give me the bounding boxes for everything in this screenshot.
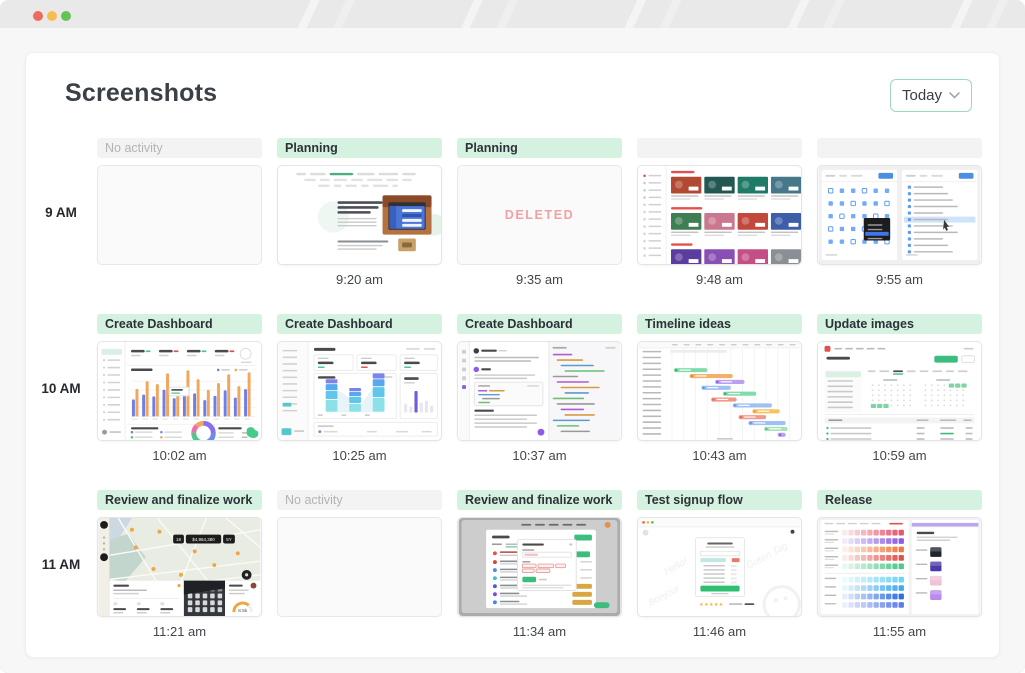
screenshot-thumbnail[interactable] xyxy=(277,341,442,441)
thumb-art-dashfunnel xyxy=(278,342,441,440)
screenshot-time: 9:35 am xyxy=(457,272,622,287)
screenshots-panel: Screenshots Today 9 AMNo activityPlannin… xyxy=(25,52,1000,658)
hour-label: 10 AM xyxy=(32,381,90,396)
screenshot-time: 11:55 am xyxy=(817,624,982,639)
window-titlebar xyxy=(0,0,1025,28)
hour-label: 11 AM xyxy=(32,557,90,572)
screenshot-time: 11:46 am xyxy=(637,624,802,639)
screenshot-time: 10:37 am xyxy=(457,448,622,463)
screenshot-thumbnail[interactable] xyxy=(817,517,982,617)
activity-label: Timeline ideas xyxy=(637,314,802,334)
activity-label: Review and finalize work xyxy=(97,490,262,510)
svg-text:5Y: 5Y xyxy=(226,537,231,542)
window-minimize-button[interactable] xyxy=(47,11,57,21)
app-window: Screenshots Today 9 AMNo activityPlannin… xyxy=(0,0,1025,673)
screenshot-thumbnail[interactable]: 18 $4,954,380 5Y 8.5k xyxy=(97,517,262,617)
screenshot-time: 11:34 am xyxy=(457,624,622,639)
screenshot-time: 10:02 am xyxy=(97,448,262,463)
screenshot-time: 9:55 am xyxy=(817,272,982,287)
svg-text:18: 18 xyxy=(176,537,181,542)
thumb-art-designtool xyxy=(818,166,981,264)
screenshot-thumbnail[interactable] xyxy=(277,165,442,265)
activity-label: No activity xyxy=(97,138,262,158)
screenshot-thumbnail[interactable] xyxy=(637,165,802,265)
activity-label: Planning xyxy=(277,138,442,158)
activity-label: Review and finalize work xyxy=(457,490,622,510)
screenshot-time: 10:59 am xyxy=(817,448,982,463)
activity-label: Test signup flow xyxy=(637,490,802,510)
screenshot-thumbnail[interactable] xyxy=(457,341,622,441)
activity-label xyxy=(817,138,982,158)
screenshots-grid: 9 AM No activity Planning 9:20 am Planning DE… xyxy=(26,53,999,657)
activity-label: Release xyxy=(817,490,982,510)
thumb-art-gantt xyxy=(638,342,801,440)
screenshot-thumbnail[interactable] xyxy=(457,517,622,617)
activity-label xyxy=(637,138,802,158)
screenshot-thumbnail[interactable] xyxy=(97,165,262,265)
titlebar-decoration xyxy=(260,0,1025,28)
thumb-art-signup: Hello!BonjourGuten Tag★★★★★ xyxy=(638,518,801,616)
svg-text:Bonjour: Bonjour xyxy=(647,583,683,609)
screenshot-time: 10:25 am xyxy=(277,448,442,463)
thumb-art-settings xyxy=(458,518,621,616)
thumb-art-map: 18 $4,954,380 5Y 8.5k xyxy=(98,518,261,616)
thumb-art-blog xyxy=(278,166,441,264)
activity-label: Create Dashboard xyxy=(457,314,622,334)
thumb-art-empty xyxy=(98,166,261,264)
screenshot-thumbnail[interactable]: DELETED xyxy=(457,165,622,265)
window-close-button[interactable] xyxy=(33,11,43,21)
screenshot-time: 9:20 am xyxy=(277,272,442,287)
screenshot-thumbnail[interactable] xyxy=(817,341,982,441)
activity-label: Planning xyxy=(457,138,622,158)
screenshot-thumbnail[interactable] xyxy=(97,341,262,441)
svg-text:$4,954,380: $4,954,380 xyxy=(192,537,215,542)
thumb-art-empty xyxy=(278,518,441,616)
screenshot-thumbnail[interactable] xyxy=(637,341,802,441)
deleted-overlay-text: DELETED xyxy=(458,166,621,264)
screenshot-thumbnail[interactable] xyxy=(277,517,442,617)
svg-text:Guten Tag: Guten Tag xyxy=(745,540,791,571)
screenshot-thumbnail[interactable] xyxy=(817,165,982,265)
svg-text:★: ★ xyxy=(719,602,724,608)
screenshot-thumbnail[interactable]: Hello!BonjourGuten Tag★★★★★ xyxy=(637,517,802,617)
thumb-art-dashbars xyxy=(98,342,261,440)
screenshot-time: 9:48 am xyxy=(637,272,802,287)
thumb-art-palette xyxy=(818,518,981,616)
page-background: Screenshots Today 9 AMNo activityPlannin… xyxy=(0,28,1025,673)
hour-label: 9 AM xyxy=(32,205,90,220)
svg-text:Hello!: Hello! xyxy=(662,556,690,578)
thumb-art-events xyxy=(638,166,801,264)
screenshot-time: 11:21 am xyxy=(97,624,262,639)
activity-label: Update images xyxy=(817,314,982,334)
activity-label: No activity xyxy=(277,490,442,510)
screenshot-time: 10:43 am xyxy=(637,448,802,463)
activity-label: Create Dashboard xyxy=(97,314,262,334)
thumb-art-report xyxy=(818,342,981,440)
window-zoom-button[interactable] xyxy=(61,11,71,21)
activity-label: Create Dashboard xyxy=(277,314,442,334)
thumb-art-aichat xyxy=(458,342,621,440)
svg-text:8.5k: 8.5k xyxy=(238,608,248,614)
